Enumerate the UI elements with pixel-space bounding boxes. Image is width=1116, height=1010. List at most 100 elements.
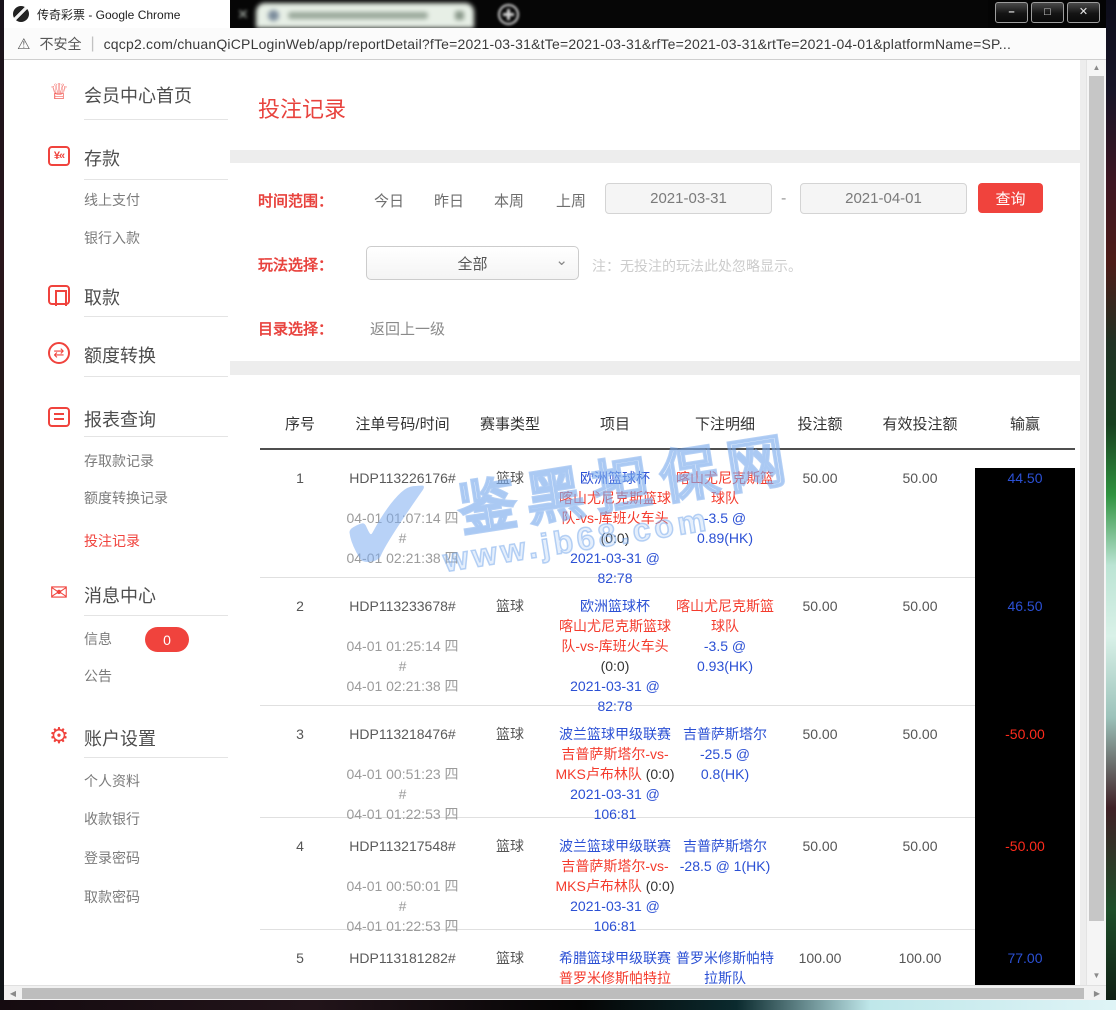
bet-amount: 50.00 (775, 468, 865, 577)
order-number: HDP113226176# (340, 468, 465, 488)
odds-line: -25.5 @ 0.8(HK) (675, 744, 775, 784)
withdraw-glyph (48, 285, 70, 305)
vertical-scroll-thumb[interactable] (1089, 76, 1104, 921)
order-number: HDP113181282# (340, 948, 465, 968)
row-index: 1 (260, 468, 340, 577)
sidebar-item-report-query[interactable]: 报表查询 (84, 406, 156, 432)
scroll-down-arrow-icon[interactable]: ▼ (1087, 968, 1106, 983)
exchange-glyph: ⇄ (48, 342, 70, 364)
settle-time: 04-01 01:22:53 四 (340, 804, 465, 824)
sidebar-item-quota-convert[interactable]: 额度转换 (84, 342, 156, 368)
directory-back-link[interactable]: 返回上一级 (370, 318, 445, 339)
window-border-right (1106, 0, 1116, 1010)
teams-line: 喀山尤尼克斯篮球队-vs-库班火车头 (0:0) (555, 488, 675, 548)
quick-range-yesterday[interactable]: 昨日 (434, 190, 464, 211)
sidebar-item-receiving-bank[interactable]: 收款银行 (84, 809, 140, 829)
win-loss-value: 77.00 (975, 948, 1075, 985)
table-row: 1 HDP113226176# 04-01 01:07:14 四 # 04-01… (260, 450, 1075, 578)
query-button[interactable]: 查询 (978, 183, 1043, 213)
sport-type: 篮球 (465, 724, 555, 817)
teams: 普罗米修斯帕特拉斯队-vs-阿里斯 (559, 970, 671, 985)
valid-amount: 50.00 (865, 836, 975, 929)
sidebar-item-login-password[interactable]: 登录密码 (84, 848, 140, 868)
sidebar-divider (84, 179, 228, 180)
chevron-down-icon: ⌄ (555, 251, 568, 269)
url-field[interactable]: cqcp2.com/chuanQiCPLoginWeb/app/reportDe… (104, 36, 1011, 52)
not-secure-warning-icon[interactable]: ⚠ (17, 35, 30, 53)
sidebar-item-profile[interactable]: 个人资料 (84, 771, 140, 791)
league-name: 欧洲篮球杯 (555, 468, 675, 488)
scroll-up-arrow-icon[interactable]: ▲ (1087, 60, 1106, 75)
sidebar-item-announcements[interactable]: 公告 (84, 666, 112, 686)
col-index: 序号 (260, 413, 340, 434)
col-event: 项目 (555, 413, 675, 434)
scroll-right-arrow-icon[interactable]: ▶ (1090, 986, 1104, 1000)
sidebar-item-withdraw[interactable]: 取款 (84, 284, 120, 310)
sidebar-item-deposit-withdraw-records[interactable]: 存取款记录 (84, 451, 154, 471)
quick-range-this-week[interactable]: 本周 (494, 190, 524, 211)
minimize-button[interactable]: – (995, 2, 1028, 23)
teams-line: 喀山尤尼克斯篮球队-vs-库班火车头 (0:0) (555, 616, 675, 676)
table-row: 3 HDP113218476# 04-01 00:51:23 四 # 04-01… (260, 706, 1075, 818)
new-tab-button[interactable] (498, 4, 519, 25)
bet-detail-cell: 喀山尤尼克斯篮球队 -3.5 @ 0.89(HK) (675, 468, 775, 577)
pick-team: 吉普萨斯塔尔 (675, 836, 775, 856)
col-valid-amount: 有效投注额 (865, 413, 975, 434)
window-controls: – □ ✕ (995, 2, 1100, 23)
horizontal-scroll-thumb[interactable] (22, 988, 1084, 999)
bet-detail-cell: 喀山尤尼克斯篮球队 -3.5 @ 0.93(HK) (675, 596, 775, 705)
valid-amount: 50.00 (865, 724, 975, 817)
settle-time: 04-01 02:21:38 四 (340, 548, 465, 568)
sidebar-item-member-home[interactable]: 会员中心首页 (84, 82, 192, 108)
live-score: (0:0) (646, 878, 675, 894)
sidebar-divider (84, 757, 228, 758)
play-select-dropdown[interactable]: 全部 ⌄ (366, 246, 579, 280)
teams-line: 吉普萨斯塔尔-vs-MKS卢布林队 (0:0) (555, 744, 675, 784)
directory-select-label: 目录选择： (258, 318, 333, 339)
table-card: 序号 注单号码/时间 赛事类型 项目 下注明细 投注额 有效投注额 输赢 1 H… (230, 375, 1080, 985)
sidebar-item-account-settings[interactable]: 账户设置 (84, 725, 156, 751)
settle-time: 04-01 02:21:38 四 (340, 676, 465, 696)
sidebar-item-bet-records[interactable]: 投注记录 (84, 531, 140, 551)
blurred-tab-close-icon[interactable] (455, 11, 464, 20)
sidebar-item-online-payment[interactable]: 线上支付 (84, 190, 140, 210)
window-title-area: 传奇彩票 - Google Chrome (4, 0, 230, 28)
crown-icon: ♕ (46, 79, 72, 105)
league-name: 希腊篮球甲级联赛 (555, 948, 675, 968)
live-score: (0:0) (601, 530, 630, 546)
sidebar-item-bank-deposit[interactable]: 银行入款 (84, 228, 140, 248)
horizontal-scrollbar[interactable]: ◀ ▶ (4, 985, 1106, 1000)
sidebar-item-message-center[interactable]: 消息中心 (84, 582, 156, 608)
quick-range-today[interactable]: 今日 (374, 190, 404, 211)
deposit-glyph (48, 146, 70, 166)
date-from-input[interactable]: 2021-03-31 (605, 183, 772, 214)
bet-amount: 50.00 (775, 724, 865, 817)
date-to-input[interactable]: 2021-04-01 (800, 183, 967, 214)
league-name: 波兰篮球甲级联赛 (555, 724, 675, 744)
sport-type: 篮球 (465, 468, 555, 577)
sidebar-item-withdraw-password[interactable]: 取款密码 (84, 887, 140, 907)
blurred-background-tab[interactable] (256, 3, 474, 28)
teams: 喀山尤尼克斯篮球队-vs-库班火车头 (559, 490, 671, 526)
scroll-left-arrow-icon[interactable]: ◀ (6, 986, 20, 1000)
security-label[interactable]: 不安全 (39, 34, 81, 54)
pick-team: 吉普萨斯塔尔 (675, 724, 775, 744)
teams-line: 吉普萨斯塔尔-vs-MKS卢布林队 (0:0) (555, 856, 675, 896)
sidebar-item-quota-convert-records[interactable]: 额度转换记录 (84, 488, 168, 508)
address-bar: ⚠ 不安全 | cqcp2.com/chuanQiCPLoginWeb/app/… (4, 28, 1106, 60)
vertical-scrollbar[interactable]: ▲ ▼ (1086, 60, 1106, 985)
title-bar: 传奇彩票 - Google Chrome – □ ✕ (4, 0, 1106, 28)
teams: 喀山尤尼克斯篮球队-vs-库班火车头 (559, 618, 671, 654)
play-note: 注：无投注的玩法此处忽略显示。 (592, 256, 802, 276)
sidebar-item-deposit[interactable]: 存款 (84, 145, 120, 171)
quick-range-last-week[interactable]: 上周 (556, 190, 586, 211)
table-row: 5 HDP113181282# 03-31 23:34:41 三 篮球 希腊篮球… (260, 930, 1075, 985)
sidebar-item-messages[interactable]: 信息 (84, 629, 112, 649)
maximize-button[interactable]: □ (1031, 2, 1064, 23)
blurred-close-icon[interactable] (238, 9, 248, 19)
withdraw-icon (46, 282, 72, 308)
time-range-label: 时间范围： (258, 190, 333, 211)
filter-card: 时间范围： 今日 昨日 本周 上周 2021-03-31 - 2021-04-0… (230, 163, 1080, 361)
close-button[interactable]: ✕ (1067, 2, 1100, 23)
sidebar: ♕ 会员中心首页 存款 线上支付 银行入款 取款 ⇄ 额度转换 报表查询 存取款… (4, 60, 230, 985)
